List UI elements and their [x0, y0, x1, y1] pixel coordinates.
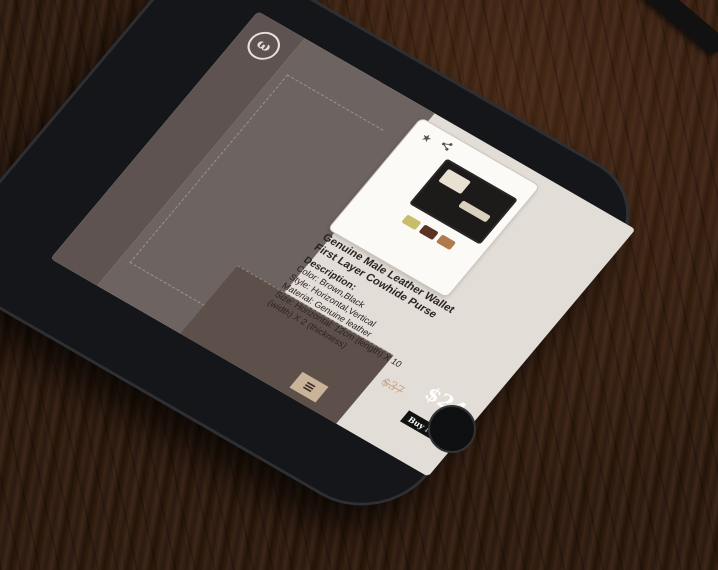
share-icon[interactable] [439, 139, 454, 152]
phone: ω ≡ ★ Genuine Male Leather Wallet First … [0, 0, 660, 531]
price-old: $37 [378, 374, 408, 398]
brand-logo[interactable]: ω [240, 26, 287, 65]
wallet-card-slot [438, 168, 472, 195]
scene: ω ≡ ★ Genuine Male Leather Wallet First … [0, 0, 718, 570]
swatch-brown[interactable] [418, 224, 439, 241]
star-icon[interactable]: ★ [418, 131, 435, 146]
swatch-caramel[interactable] [435, 234, 457, 251]
wallet-card-slot [458, 200, 491, 223]
swatch-tan[interactable] [401, 214, 422, 231]
home-button [428, 405, 476, 453]
